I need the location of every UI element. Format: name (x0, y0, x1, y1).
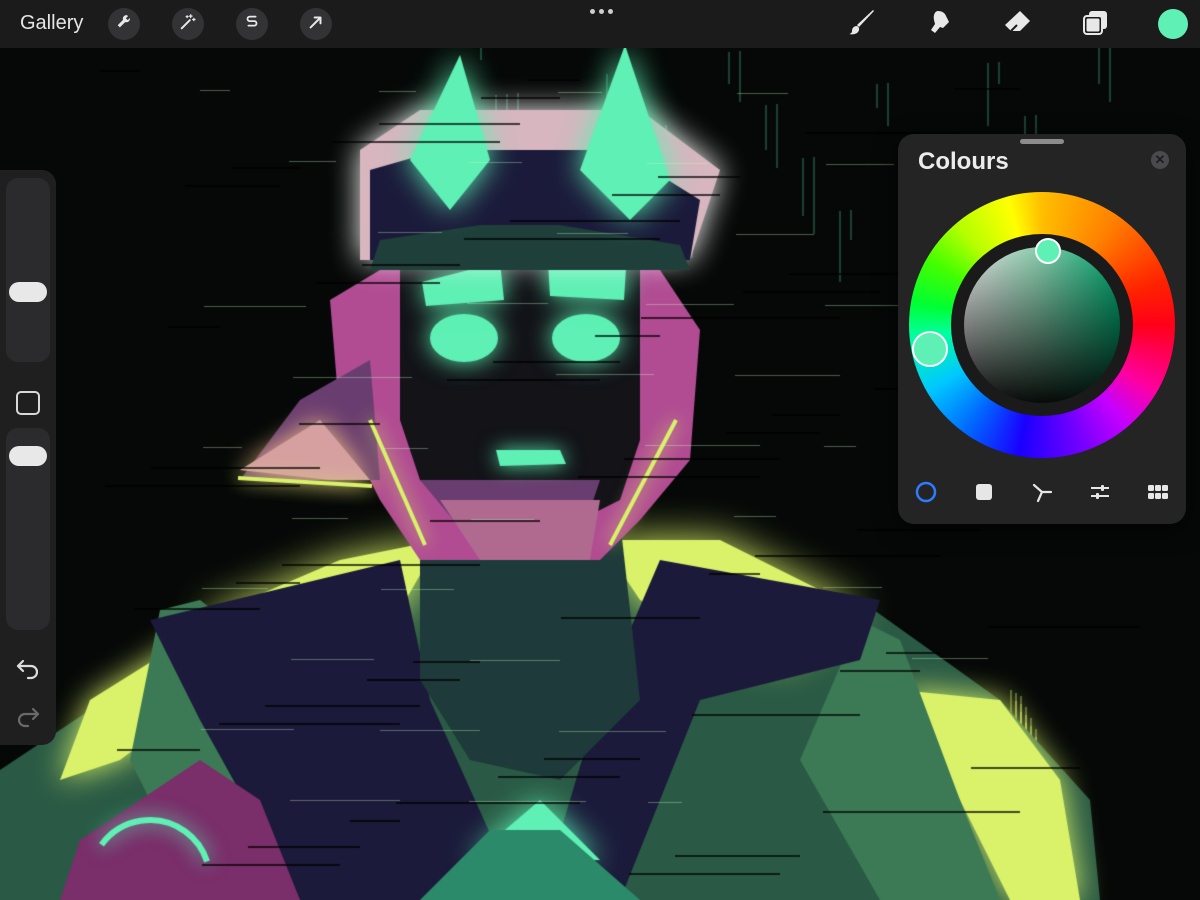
mode-classic-button[interactable] (971, 481, 997, 507)
brush-tool-button[interactable] (845, 8, 879, 42)
left-sidebar (0, 170, 56, 745)
redo-icon (14, 707, 42, 734)
colour-swatch-button[interactable] (1158, 9, 1188, 39)
more-options-button[interactable] (586, 4, 616, 18)
mode-palettes-button[interactable] (1145, 481, 1171, 507)
saturation-knob[interactable] (1035, 238, 1061, 264)
more-dot (589, 8, 595, 14)
actions-button[interactable] (108, 8, 140, 40)
eraser-tool-button[interactable] (1000, 8, 1034, 42)
layers-button[interactable] (1078, 8, 1112, 42)
hue-knob[interactable] (912, 331, 948, 367)
undo-icon (14, 659, 42, 686)
mode-harmony-button[interactable] (1029, 481, 1055, 507)
panel-title: Colours (918, 148, 1009, 175)
undo-button[interactable] (14, 654, 42, 682)
panel-grabber[interactable] (1020, 139, 1064, 144)
gallery-button[interactable]: Gallery (20, 12, 83, 35)
selection-s-icon (243, 13, 261, 36)
sliders-icon (1088, 480, 1112, 509)
colour-mode-bar (898, 478, 1186, 508)
brush-icon (847, 8, 877, 43)
mode-disc-button[interactable] (913, 481, 939, 507)
wrench-icon (115, 13, 133, 36)
saturation-disc[interactable] (964, 247, 1120, 403)
mode-value-button[interactable] (1087, 481, 1113, 507)
modify-square-icon[interactable] (16, 391, 40, 415)
eraser-icon (1002, 8, 1032, 43)
palette-grid-icon (1146, 480, 1170, 509)
opacity-handle[interactable] (9, 446, 47, 466)
more-dot (598, 8, 604, 14)
top-toolbar: Gallery (0, 0, 1200, 48)
selection-button[interactable] (236, 8, 268, 40)
more-dot (607, 8, 613, 14)
smudge-icon (924, 8, 954, 43)
disc-icon (914, 480, 938, 509)
brush-size-slider[interactable] (6, 178, 50, 362)
arrow-cursor-icon (307, 13, 325, 36)
adjustments-button[interactable] (172, 8, 204, 40)
close-icon: ✕ (1154, 152, 1166, 167)
transform-button[interactable] (300, 8, 332, 40)
magic-wand-icon (179, 13, 197, 36)
layers-icon (1080, 8, 1110, 43)
classic-square-icon (973, 481, 995, 508)
harmony-icon (1030, 480, 1054, 509)
redo-button[interactable] (14, 702, 42, 730)
smudge-tool-button[interactable] (922, 8, 956, 42)
colours-panel: Colours ✕ (898, 134, 1186, 524)
brush-size-handle[interactable] (9, 282, 47, 302)
close-button[interactable]: ✕ (1151, 151, 1169, 169)
